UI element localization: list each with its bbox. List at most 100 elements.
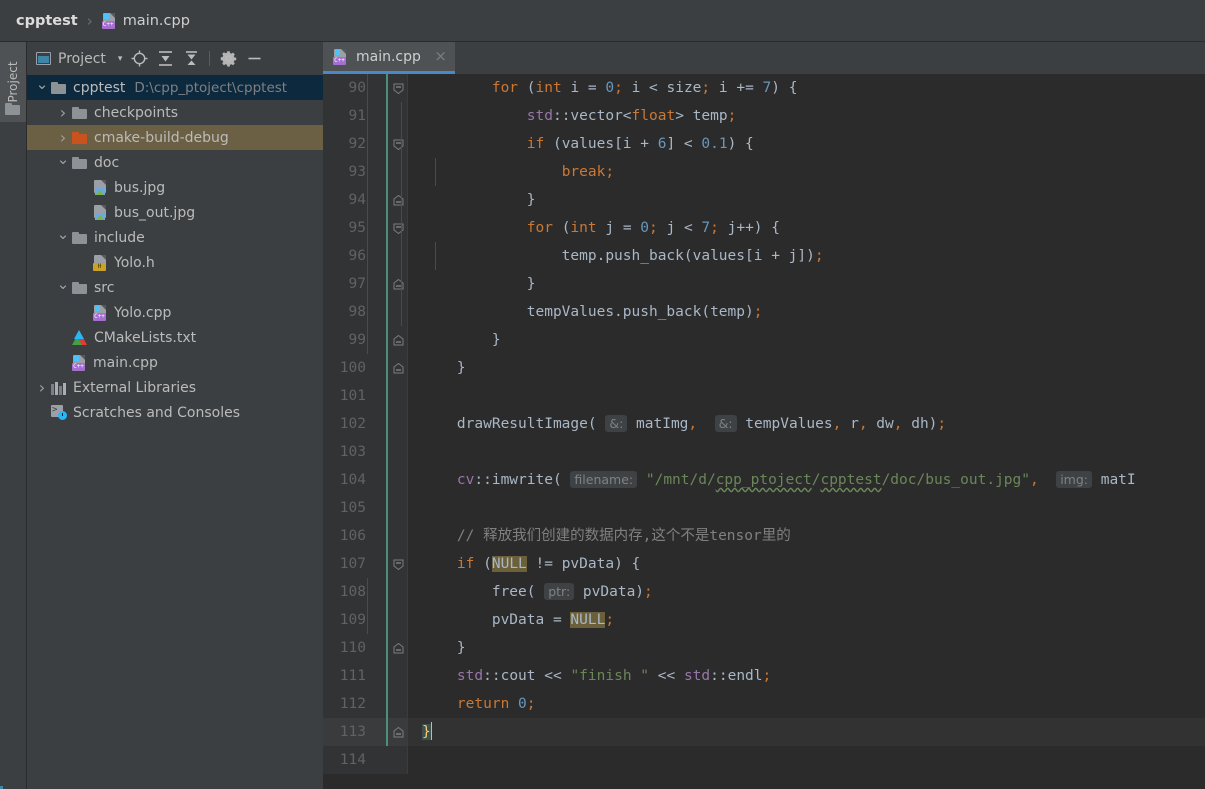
chevron-down-icon[interactable]: ▾	[118, 54, 123, 64]
code-line-94[interactable]: 94 }	[323, 186, 1205, 214]
select-opened-file-button[interactable]	[126, 46, 152, 72]
chevron-down-icon[interactable]	[54, 229, 72, 247]
gutter[interactable]: 114	[323, 746, 408, 774]
gutter[interactable]: 93	[323, 158, 408, 186]
gutter[interactable]: 105	[323, 494, 408, 522]
fold-expand-icon[interactable]	[393, 363, 404, 374]
tree-item-cmake-build-debug[interactable]: cmake-build-debug	[27, 125, 323, 150]
gutter[interactable]: 92	[323, 130, 408, 158]
code-text[interactable]: cv::imwrite( filename: "/mnt/d/cpp_ptoje…	[408, 466, 1205, 494]
code-line-106[interactable]: 106 // 释放我们创建的数据内存,这个不是tensor里的	[323, 522, 1205, 550]
gutter[interactable]: 97	[323, 270, 408, 298]
gutter[interactable]: 103	[323, 438, 408, 466]
code-text[interactable]: break;	[408, 158, 1205, 186]
project-view-selector[interactable]: Project	[36, 51, 106, 67]
gutter[interactable]: 113	[323, 718, 408, 746]
code-line-112[interactable]: 112 return 0;	[323, 690, 1205, 718]
code-line-97[interactable]: 97 }	[323, 270, 1205, 298]
code-line-92[interactable]: 92 if (values[i + 6] < 0.1) {	[323, 130, 1205, 158]
fold-expand-icon[interactable]	[393, 643, 404, 654]
code-text[interactable]: free( ptr: pvData);	[408, 578, 1205, 606]
code-text[interactable]: std::vector<float> temp;	[408, 102, 1205, 130]
code-line-105[interactable]: 105	[323, 494, 1205, 522]
gutter[interactable]: 107	[323, 550, 408, 578]
code-line-107[interactable]: 107 if (NULL != pvData) {	[323, 550, 1205, 578]
fold-expand-icon[interactable]	[393, 335, 404, 346]
gutter[interactable]: 108	[323, 578, 408, 606]
tree-item-scratches-and-consoles[interactable]: >Scratches and Consoles	[27, 400, 323, 425]
code-text[interactable]: pvData = NULL;	[408, 606, 1205, 634]
code-text[interactable]: }	[408, 718, 1205, 746]
tree-item-checkpoints[interactable]: checkpoints	[27, 100, 323, 125]
fold-collapse-icon[interactable]	[393, 83, 404, 94]
code-text[interactable]: }	[408, 186, 1205, 214]
code-line-91[interactable]: 91 std::vector<float> temp;	[323, 102, 1205, 130]
gutter[interactable]: 109	[323, 606, 408, 634]
close-icon[interactable]: ×	[434, 49, 447, 64]
gutter[interactable]: 96	[323, 242, 408, 270]
code-text[interactable]: }	[408, 270, 1205, 298]
breadcrumb-project[interactable]: cpptest	[16, 13, 78, 29]
tree-item-cmakelists-txt[interactable]: CMakeLists.txt	[27, 325, 323, 350]
code-line-103[interactable]: 103	[323, 438, 1205, 466]
folder-icon[interactable]	[5, 102, 21, 116]
gutter[interactable]: 111	[323, 662, 408, 690]
fold-expand-icon[interactable]	[393, 195, 404, 206]
code-line-95[interactable]: 95 for (int j = 0; j < 7; j++) {	[323, 214, 1205, 242]
gutter[interactable]: 104	[323, 466, 408, 494]
code-line-96[interactable]: 96 temp.push_back(values[i + j]);	[323, 242, 1205, 270]
code-text[interactable]: if (NULL != pvData) {	[408, 550, 1205, 578]
fold-collapse-icon[interactable]	[393, 223, 404, 234]
breadcrumb-file[interactable]: main.cpp	[123, 13, 190, 29]
gutter[interactable]: 94	[323, 186, 408, 214]
code-text[interactable]: temp.push_back(values[i + j]);	[408, 242, 1205, 270]
tree-item-cpptest[interactable]: cpptestD:\cpp_ptoject\cpptest	[27, 75, 323, 100]
code-line-114[interactable]: 114	[323, 746, 1205, 774]
code-text[interactable]: return 0;	[408, 690, 1205, 718]
gutter[interactable]: 102	[323, 410, 408, 438]
fold-collapse-icon[interactable]	[393, 139, 404, 150]
tree-item-main-cpp[interactable]: C++main.cpp	[27, 350, 323, 375]
gutter[interactable]: 100	[323, 354, 408, 382]
project-tree[interactable]: cpptestD:\cpp_ptoject\cpptestcheckpoints…	[27, 75, 323, 789]
tree-item-external-libraries[interactable]: External Libraries	[27, 375, 323, 400]
code-text[interactable]	[408, 746, 1205, 774]
code-line-98[interactable]: 98 tempValues.push_back(temp);	[323, 298, 1205, 326]
gutter[interactable]: 110	[323, 634, 408, 662]
code-text[interactable]	[408, 438, 1205, 466]
fold-expand-icon[interactable]	[393, 727, 404, 738]
gutter[interactable]: 101	[323, 382, 408, 410]
code-line-93[interactable]: 93 break;	[323, 158, 1205, 186]
code-line-101[interactable]: 101	[323, 382, 1205, 410]
code-text[interactable]: for (int i = 0; i < size; i += 7) {	[408, 74, 1205, 102]
chevron-right-icon[interactable]	[33, 378, 51, 397]
tree-item-bus-out-jpg[interactable]: bus_out.jpg	[27, 200, 323, 225]
chevron-down-icon[interactable]	[33, 79, 51, 97]
fold-expand-icon[interactable]	[393, 279, 404, 290]
code-text[interactable]: // 释放我们创建的数据内存,这个不是tensor里的	[408, 522, 1205, 550]
code-line-109[interactable]: 109 pvData = NULL;	[323, 606, 1205, 634]
gutter[interactable]: 112	[323, 690, 408, 718]
gutter[interactable]: 95	[323, 214, 408, 242]
code-text[interactable]: for (int j = 0; j < 7; j++) {	[408, 214, 1205, 242]
tree-item-doc[interactable]: doc	[27, 150, 323, 175]
code-line-102[interactable]: 102 drawResultImage( &: matImg, &: tempV…	[323, 410, 1205, 438]
gutter[interactable]: 91	[323, 102, 408, 130]
hide-panel-button[interactable]	[241, 46, 267, 72]
chevron-right-icon[interactable]	[54, 103, 72, 122]
gutter[interactable]: 90	[323, 74, 408, 102]
tree-item-yolo-cpp[interactable]: C++Yolo.cpp	[27, 300, 323, 325]
chevron-down-icon[interactable]	[54, 279, 72, 297]
code-text[interactable]	[408, 494, 1205, 522]
code-line-108[interactable]: 108 free( ptr: pvData);	[323, 578, 1205, 606]
code-text[interactable]: std::cout << "finish " << std::endl;	[408, 662, 1205, 690]
chevron-right-icon[interactable]	[54, 128, 72, 147]
code-text[interactable]: }	[408, 354, 1205, 382]
gutter[interactable]: 106	[323, 522, 408, 550]
code-text[interactable]: }	[408, 326, 1205, 354]
expand-all-button[interactable]	[152, 46, 178, 72]
code-line-110[interactable]: 110 }	[323, 634, 1205, 662]
code-text[interactable]: drawResultImage( &: matImg, &: tempValue…	[408, 410, 1205, 438]
code-line-104[interactable]: 104 cv::imwrite( filename: "/mnt/d/cpp_p…	[323, 466, 1205, 494]
code-line-113[interactable]: 113}	[323, 718, 1205, 746]
